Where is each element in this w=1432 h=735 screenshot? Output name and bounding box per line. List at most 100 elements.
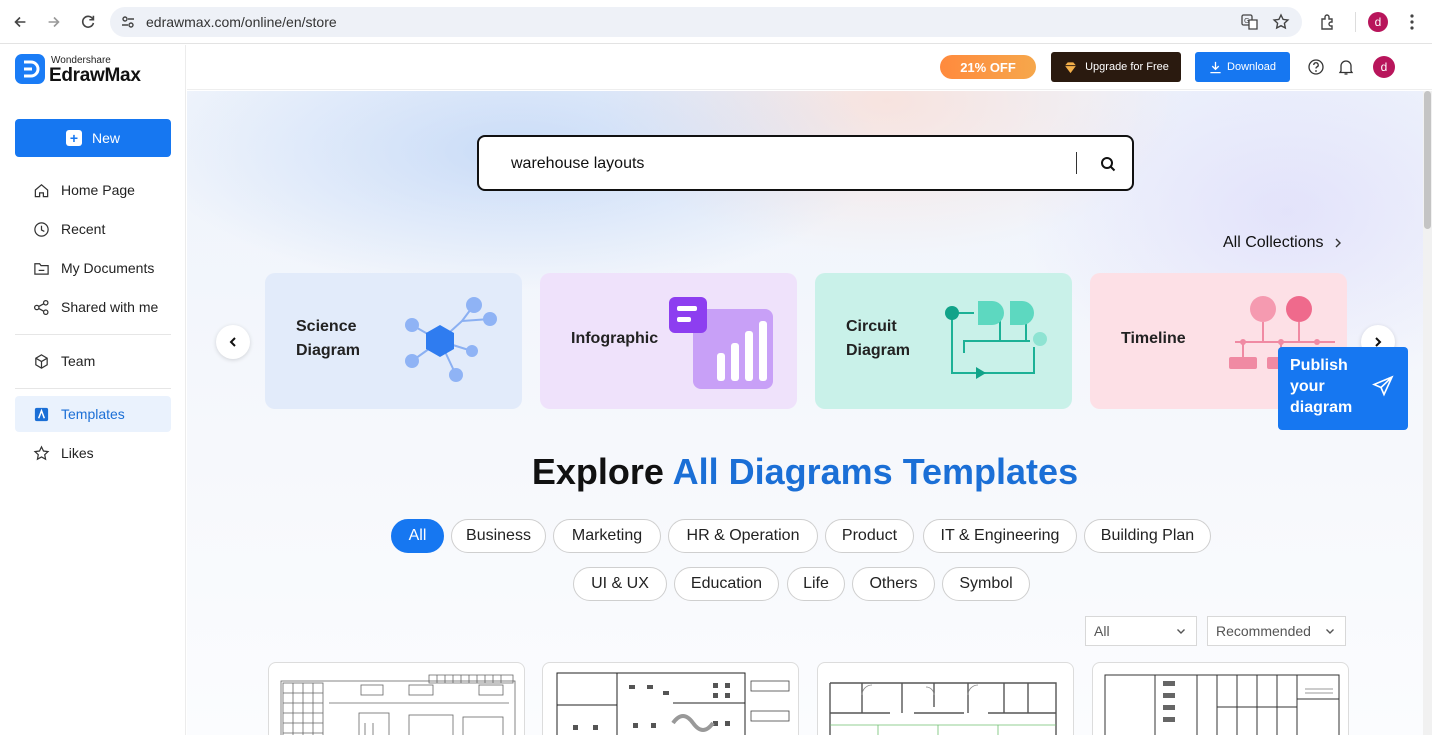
chevron-right-icon — [1335, 238, 1342, 248]
template-store-main: All Collections Science Diagram Infograp… — [187, 91, 1423, 735]
notification-bell-icon[interactable] — [1337, 58, 1355, 76]
site-info-icon[interactable] — [120, 14, 136, 30]
share-icon — [33, 299, 49, 315]
extensions-icon[interactable] — [1319, 13, 1337, 31]
browser-menu-icon[interactable] — [1403, 13, 1421, 31]
sidebar-item-team[interactable]: Team — [15, 343, 171, 379]
template-thumbnail[interactable] — [817, 662, 1074, 735]
logo-product-text: EdrawMax — [49, 65, 141, 86]
forward-icon[interactable] — [43, 11, 65, 33]
edrawmax-logo-icon — [15, 54, 45, 84]
category-chip-all[interactable]: All — [391, 519, 444, 553]
category-chip-building-plan[interactable]: Building Plan — [1084, 519, 1211, 553]
category-chip-ui-ux[interactable]: UI & UX — [573, 567, 667, 601]
sidebar-item-recent[interactable]: Recent — [15, 211, 171, 247]
template-sort-select[interactable]: Recommended — [1207, 616, 1346, 646]
url-text[interactable]: edrawmax.com/online/en/store — [146, 14, 337, 30]
collection-card-label: Timeline — [1121, 330, 1186, 347]
category-chip-it-engineering[interactable]: IT & Engineering — [923, 519, 1077, 553]
download-icon — [1210, 61, 1221, 73]
upgrade-button-label: Upgrade for Free — [1085, 61, 1169, 73]
address-bar[interactable]: edrawmax.com/online/en/store G — [110, 7, 1302, 37]
template-type-value: All — [1094, 623, 1110, 639]
upgrade-button[interactable]: Upgrade for Free — [1051, 52, 1181, 82]
category-chip-business[interactable]: Business — [451, 519, 546, 553]
category-chip-others[interactable]: Others — [852, 567, 935, 601]
sidebar-item-label: Templates — [61, 406, 125, 422]
edrawmax-logo[interactable]: Wondershare EdrawMax — [15, 54, 165, 90]
plus-icon: + — [65, 130, 82, 146]
chevron-down-icon — [1326, 629, 1334, 634]
collection-card-label: Science Diagram — [296, 318, 361, 359]
explore-heading: Explore All Diagrams Templates — [187, 451, 1423, 493]
template-type-select[interactable]: All — [1085, 616, 1197, 646]
template-search-box — [477, 135, 1134, 191]
explore-heading-prefix: Explore — [531, 451, 664, 492]
download-button-label: Download — [1227, 61, 1276, 73]
warehouse-layout-thumbnail — [280, 674, 516, 735]
carousel-prev-button[interactable] — [216, 325, 250, 359]
reload-icon[interactable] — [77, 11, 99, 33]
cube-icon — [35, 353, 48, 369]
publish-diagram-card[interactable]: Publish your diagram — [1278, 347, 1408, 430]
category-chip-symbol[interactable]: Symbol — [942, 567, 1030, 601]
chevron-down-icon — [1177, 629, 1185, 634]
new-button[interactable]: + New — [15, 119, 171, 157]
all-collections-label: All Collections — [1223, 234, 1324, 251]
sidebar-item-home[interactable]: Home Page — [15, 172, 171, 208]
category-chip-hr-operation[interactable]: HR & Operation — [668, 519, 818, 553]
template-sort-value: Recommended — [1216, 623, 1311, 639]
sidebar-item-label: Home Page — [61, 182, 135, 198]
bookmark-star-icon[interactable] — [1272, 13, 1290, 31]
sidebar-item-label: My Documents — [61, 260, 155, 276]
office-layout-thumbnail — [556, 672, 790, 735]
scrollbar-thumb[interactable] — [1424, 91, 1431, 229]
template-thumbnail[interactable] — [268, 662, 525, 735]
category-chip-life[interactable]: Life — [787, 567, 845, 601]
category-chip-education[interactable]: Education — [674, 567, 779, 601]
collection-card-infographic[interactable]: Infographic — [540, 273, 797, 409]
floor-plan-thumbnail — [829, 682, 1057, 735]
circuit-diagram-illustration — [945, 301, 1047, 379]
home-icon — [34, 183, 49, 197]
category-chip-marketing[interactable]: Marketing — [553, 519, 661, 553]
template-thumbnail[interactable] — [1092, 662, 1349, 735]
sidebar-item-likes[interactable]: Likes — [15, 435, 171, 471]
template-search-input[interactable] — [511, 152, 1071, 176]
all-collections-link[interactable]: All Collections — [1223, 234, 1343, 252]
infographic-illustration — [669, 297, 773, 389]
category-chip-product[interactable]: Product — [825, 519, 914, 553]
sidebar-item-templates[interactable]: Templates — [15, 396, 171, 432]
collection-card-science[interactable]: Science Diagram — [265, 273, 522, 409]
chevron-left-icon — [229, 337, 236, 347]
collection-card-label: Circuit Diagram — [846, 318, 911, 359]
sidebar-divider — [15, 388, 171, 389]
app-header: 21% OFF Upgrade for Free Download d — [187, 45, 1432, 90]
search-icon[interactable] — [1099, 155, 1117, 173]
clock-icon — [34, 221, 49, 237]
sidebar-divider — [15, 334, 171, 335]
publish-diagram-label: Publish your diagram — [1290, 357, 1353, 416]
sidebar-item-shared[interactable]: Shared with me — [15, 289, 171, 325]
folder-icon — [34, 262, 49, 275]
page-scrollbar[interactable] — [1423, 91, 1432, 735]
help-icon[interactable] — [1307, 58, 1325, 76]
translate-icon[interactable]: G — [1241, 13, 1259, 31]
browser-profile-avatar[interactable]: d — [1368, 12, 1388, 32]
star-icon — [33, 444, 50, 460]
discount-promo-badge[interactable]: 21% OFF — [940, 55, 1036, 79]
sidebar-item-my-documents[interactable]: My Documents — [15, 250, 171, 286]
collection-card-circuit[interactable]: Circuit Diagram — [815, 273, 1072, 409]
restroom-layout-thumbnail — [1104, 674, 1340, 735]
send-icon — [1372, 375, 1394, 397]
template-icon — [34, 407, 49, 421]
sidebar-item-label: Shared with me — [61, 299, 159, 315]
template-thumbnail[interactable] — [542, 662, 799, 735]
back-icon[interactable] — [9, 11, 31, 33]
user-avatar[interactable]: d — [1373, 56, 1395, 78]
sidebar-item-label: Likes — [61, 445, 94, 461]
download-button[interactable]: Download — [1195, 52, 1290, 82]
diamond-icon — [1064, 61, 1077, 73]
sidebar-item-label: Team — [61, 353, 96, 369]
svg-text:G: G — [1244, 17, 1249, 25]
